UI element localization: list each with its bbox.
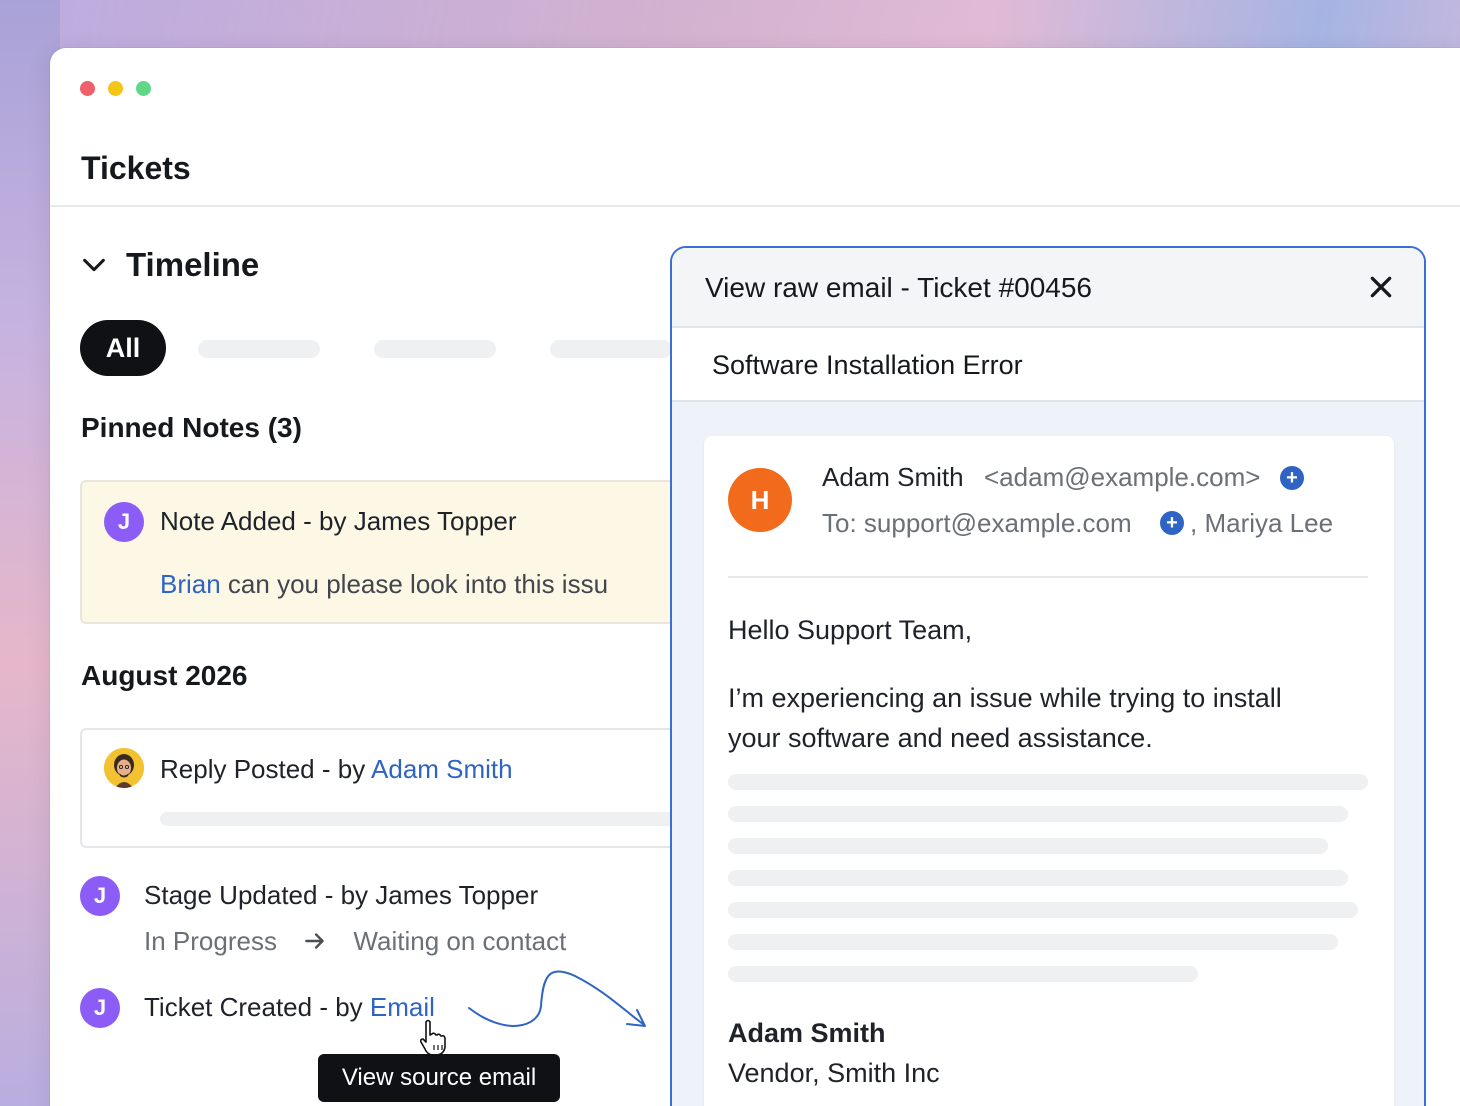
author-name: James Topper [375, 880, 539, 910]
modal-header: View raw email - Ticket #00456 [672, 248, 1424, 328]
avatar: J [80, 988, 120, 1028]
maximize-window-button[interactable] [136, 81, 151, 96]
ticket-created-title: Ticket Created - by Email [144, 992, 435, 1023]
reply-title: Reply Posted - by Adam Smith [160, 754, 513, 785]
note-text: can you please look into this issu [220, 569, 609, 599]
hand-cursor-icon [419, 1019, 446, 1056]
view-source-tooltip: View source email [318, 1054, 560, 1102]
chevron-down-icon[interactable] [80, 251, 108, 279]
plus-circle-icon[interactable]: + [1280, 466, 1304, 490]
by-separator: - by [317, 880, 376, 910]
page-title: Tickets [81, 150, 191, 186]
timeline-title: Timeline [126, 246, 260, 283]
close-icon[interactable] [1368, 274, 1394, 300]
close-window-button[interactable] [80, 81, 95, 96]
to-stage: Waiting on contact [353, 926, 567, 956]
text-placeholder [728, 774, 1368, 790]
email-greeting: Hello Support Team, [728, 615, 973, 645]
text-placeholder [728, 966, 1198, 982]
note-body: Brian can you please look into this issu [160, 569, 608, 600]
title-divider [50, 205, 1460, 207]
arrow-right-icon [305, 933, 324, 949]
email-body-line: your software and need assistance. [728, 723, 1153, 753]
timeline-header[interactable]: Timeline [80, 246, 259, 284]
pinned-notes-heading: Pinned Notes (3) [81, 412, 302, 443]
by-separator: - by [312, 992, 370, 1022]
modal-title: View raw email - Ticket #00456 [705, 272, 1092, 303]
text-placeholder [728, 902, 1358, 918]
stage-updated-title: Stage Updated - by James Topper [144, 880, 538, 911]
text-placeholder [728, 806, 1348, 822]
sender-avatar: H [728, 468, 792, 532]
curved-arrow-icon [468, 970, 646, 1027]
tab-placeholder[interactable] [374, 340, 496, 358]
recipient-line: To: support@example.com [822, 508, 1132, 538]
user-photo-icon [104, 748, 144, 788]
tab-placeholder[interactable] [198, 340, 320, 358]
tab-all[interactable]: All [80, 320, 166, 376]
signature-name: Adam Smith [728, 1018, 886, 1048]
month-heading: August 2026 [81, 660, 248, 691]
email-subject: Software Installation Error [712, 350, 1023, 380]
avatar: J [80, 876, 120, 916]
by-separator: - by [314, 754, 372, 784]
author-link[interactable]: Adam Smith [371, 754, 513, 784]
from-stage: In Progress [144, 926, 277, 956]
sender-name: Adam Smith [822, 462, 964, 492]
subject-bar: Software Installation Error [672, 328, 1424, 402]
text-placeholder [728, 870, 1348, 886]
avatar: J [104, 502, 144, 542]
by-separator: - by [295, 506, 354, 536]
minimize-window-button[interactable] [108, 81, 123, 96]
note-title: Note Added - by James Topper [160, 506, 517, 537]
text-placeholder [728, 838, 1328, 854]
header-divider [728, 576, 1368, 578]
window-controls [80, 81, 151, 96]
plus-circle-icon[interactable]: + [1160, 511, 1184, 535]
sender-address: <adam@example.com> [984, 462, 1261, 492]
email-body-line: I’m experiencing an issue while trying t… [728, 683, 1282, 713]
avatar [104, 748, 144, 788]
event-label: Note Added [160, 506, 296, 536]
stage-change: In Progress Waiting on contact [144, 926, 566, 957]
raw-email-modal: View raw email - Ticket #00456 Software … [670, 246, 1426, 1106]
event-label: Ticket Created [144, 992, 313, 1022]
cc-recipient: , Mariya Lee [1190, 508, 1334, 538]
email-body-card: H Adam Smith <adam@example.com> + To: su… [704, 436, 1394, 1106]
event-label: Reply Posted [160, 754, 315, 784]
event-label: Stage Updated [144, 880, 318, 910]
signature-company: Vendor, Smith Inc [728, 1058, 940, 1088]
mention-link[interactable]: Brian [160, 569, 221, 599]
tab-placeholder[interactable] [550, 340, 672, 358]
author-name: James Topper [353, 506, 517, 536]
text-placeholder [728, 934, 1338, 950]
